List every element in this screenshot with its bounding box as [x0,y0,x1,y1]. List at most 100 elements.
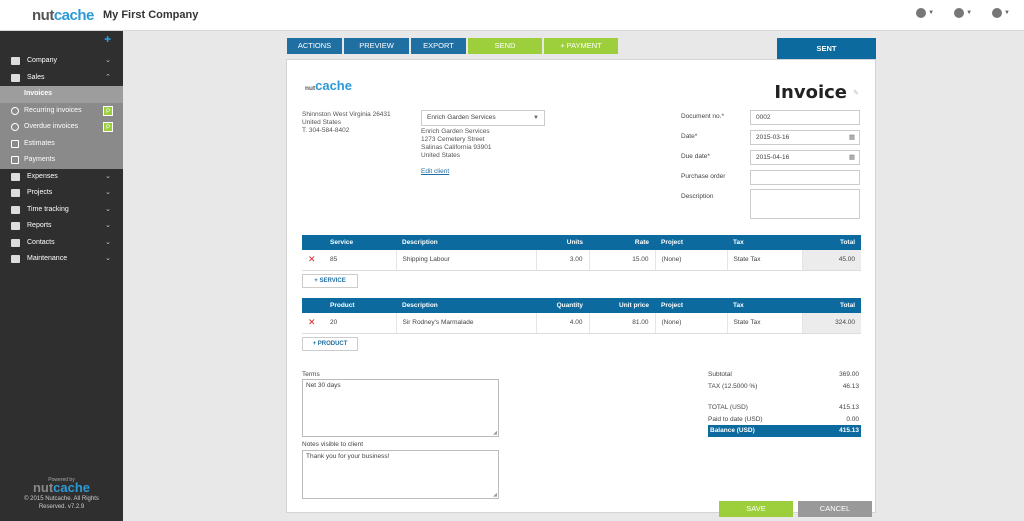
top-icons: ▼ ▼ ▼ [916,8,1010,18]
contacts-icon [11,238,20,247]
calendar-icon[interactable]: ▦ [849,151,855,164]
edit-title-icon[interactable]: ✎ [853,89,859,97]
expenses-icon [11,172,20,181]
notes-label: Notes visible to client [302,441,364,448]
estimates-icon [11,139,19,148]
table-header: Service Description Units Rate Project T… [302,235,861,250]
date-label: Date* [681,133,698,140]
chevron-down-icon: ▼ [928,10,935,16]
user-icon [992,8,1003,18]
footer-logo: nutcache [32,480,91,495]
table-row: ✕ 85 Shipping Labour 3.00 15.00 (None) S… [302,250,861,271]
company-name: My First Company [103,9,199,21]
add-service-button[interactable]: + SERVICE [302,274,358,288]
due-date-input[interactable]: 2015-04-16 ▦ [750,150,860,165]
sales-icon [11,73,20,82]
pin-icon[interactable]: ✚ [104,35,111,44]
sidebar-item-reports[interactable]: Reports ⌄ [0,218,123,235]
client-select[interactable]: Enrich Garden Services ▼ [421,110,545,126]
delete-row-icon[interactable]: ✕ [302,313,324,334]
date-input[interactable]: 2015-03-16 ▦ [750,130,860,145]
sidebar-nav: Company ⌄ Sales ⌃ Invoices Recurring invoi… [0,53,123,268]
preview-button[interactable]: PREVIEW [344,38,409,54]
chevron-down-icon: ⌄ [105,57,111,64]
export-button[interactable]: EXPORT [411,38,466,54]
document-no-label: Document no.* [681,113,724,120]
sidebar-item-sales[interactable]: Sales ⌃ [0,70,123,87]
sidebar-item-time-tracking[interactable]: Time tracking ⌄ [0,202,123,219]
sidebar-item-maintenance[interactable]: Maintenance ⌄ [0,251,123,268]
save-button[interactable]: SAVE [719,501,793,517]
send-button[interactable]: SEND [468,38,542,54]
sidebar-footer: Powered by nutcache © 2015 Nutcache. All… [0,476,123,511]
chevron-down-icon: ⌄ [105,255,111,262]
sidebar-item-invoices[interactable]: Invoices [0,86,123,103]
cancel-button[interactable]: CANCEL [798,501,872,517]
purchase-order-label: Purchase order [681,173,726,180]
calendar-icon[interactable]: ▦ [849,131,855,144]
purchase-order-input[interactable] [750,170,860,185]
sidebar-item-projects[interactable]: Projects ⌄ [0,185,123,202]
sidebar-item-contacts[interactable]: Contacts ⌄ [0,235,123,252]
sidebar-item-estimates[interactable]: Estimates [0,136,123,153]
sales-submenu: Invoices Recurring invoices P Overdue inv… [0,86,123,169]
invoice-document: nutcache Invoice ✎ Shinnston West Virgin… [286,59,876,513]
notes-textarea[interactable]: Thank you for your business! ◢ [302,450,499,499]
chevron-down-icon: ▼ [1004,10,1010,16]
pro-badge: P [103,105,113,116]
terms-textarea[interactable]: Net 30 days ◢ [302,379,499,437]
tax-row: TAX (12.5000 %) 46.13 [708,382,859,390]
time-icon [11,205,20,214]
help-icon [954,8,965,18]
add-product-button[interactable]: + PRODUCT [302,337,358,351]
status-badge: SENT [777,38,876,59]
chevron-down-icon: ⌄ [105,172,111,180]
resize-grip-icon[interactable]: ◢ [493,492,497,498]
delete-row-icon[interactable]: ✕ [302,250,324,271]
products-table: Product Description Quantity Unit price … [302,298,861,334]
pro-badge: P [103,122,113,132]
client-address: Enrich Garden Services 1273 Cemetery Str… [421,128,492,159]
actions-button[interactable]: ACTIONS [287,38,342,54]
sidebar: ✚ Company ⌄ Sales ⌃ Invoices Recurring inv… [0,31,123,521]
subtotal-row: Subtotal 369.00 [708,371,859,378]
description-label: Description [681,193,714,200]
chevron-down-icon: ▼ [966,10,973,16]
payments-icon [11,156,19,164]
total-row: TOTAL (USD) 415.13 [708,404,859,411]
sidebar-item-expenses[interactable]: Expenses ⌄ [0,169,123,186]
document-no-input[interactable]: 0002 [750,110,860,125]
chevron-down-icon: ⌄ [105,205,111,213]
help-menu[interactable]: ▼ [954,8,972,18]
invoice-title: Invoice [774,82,847,103]
maintenance-icon [11,255,20,263]
from-address: Shinnston West Virginia 26431 United Sta… [302,111,391,134]
invoice-logo: nutcache [305,78,352,93]
language-menu[interactable]: ▼ [916,8,934,18]
paid-row: Paid to date (USD) 0.00 [708,415,859,423]
edit-client-link[interactable]: Edit client [421,168,449,175]
chevron-down-icon: ⌄ [105,222,111,229]
sidebar-item-recurring-invoices[interactable]: Recurring invoices P [0,103,123,120]
due-date-label: Due date* [681,153,710,160]
services-table: Service Description Units Rate Project T… [302,235,861,271]
sidebar-item-overdue-invoices[interactable]: Overdue invoices P [0,119,123,136]
chevron-down-icon: ⌄ [105,238,111,246]
sidebar-item-payments[interactable]: Payments [0,152,123,169]
table-header: Product Description Quantity Unit price … [302,298,861,313]
top-bar: nutcache My First Company ▼ ▼ ▼ [0,0,1024,31]
copyright-text: © 2015 Nutcache. All Rights Reserved. v7… [24,496,99,510]
globe-icon [916,8,927,18]
app-logo[interactable]: nutcache [32,7,94,24]
terms-label: Terms [302,371,320,378]
chevron-up-icon: ⌃ [105,73,111,81]
company-icon [11,57,20,65]
description-input[interactable] [750,189,860,219]
resize-grip-icon[interactable]: ◢ [493,430,497,436]
chevron-down-icon: ▼ [533,115,539,121]
projects-icon [11,189,20,197]
add-payment-button[interactable]: + PAYMENT [544,38,618,54]
reports-icon [11,222,20,230]
user-menu[interactable]: ▼ [992,8,1010,18]
sidebar-item-company[interactable]: Company ⌄ [0,53,123,70]
